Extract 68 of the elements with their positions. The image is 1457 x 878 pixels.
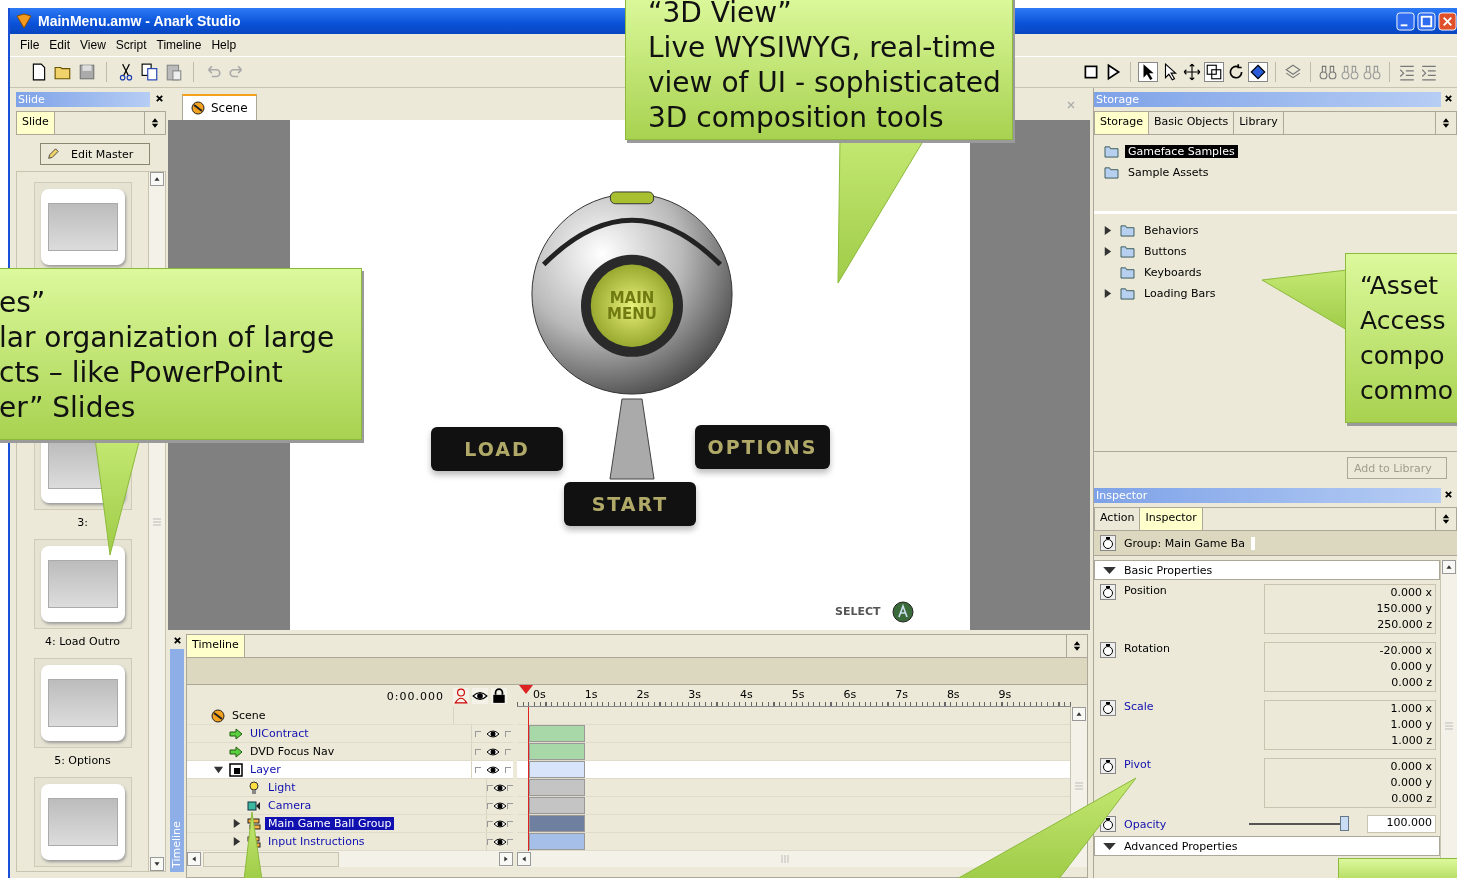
ruler-label: 1s [584, 687, 598, 703]
layer-name[interactable]: Light [265, 781, 299, 794]
slide-label: 5: Options [54, 754, 111, 767]
window-title: MainMenu.amw - Anark Studio [38, 13, 241, 29]
ruler-label: 8s [946, 687, 960, 703]
section-header[interactable]: Advanced Properties [1094, 836, 1440, 856]
section-title: Advanced Properties [1124, 839, 1238, 853]
layer-name[interactable]: DVD Focus Nav [247, 745, 338, 758]
ruler-label: 7s [895, 687, 908, 703]
folder-name[interactable]: Keyboards [1141, 266, 1205, 279]
value-field[interactable]: 100.000 [1367, 815, 1436, 833]
section-header[interactable]: Basic Properties [1094, 560, 1440, 580]
property-label: Rotation [1124, 642, 1171, 655]
property-label: Scale [1124, 700, 1155, 713]
folder-name[interactable]: Behaviors [1141, 224, 1202, 237]
property-label: Position [1124, 584, 1168, 597]
panel-tab[interactable]: Inspector [1140, 508, 1203, 530]
callout-tooltip: es” lar organization of large cts – like PowerPoint er” Slides [0, 268, 362, 440]
panel-title: Inspector [1095, 489, 1148, 502]
menu-item[interactable]: Edit [45, 36, 77, 54]
menu-item[interactable]: Timeline [152, 36, 208, 54]
time-ruler[interactable]: 0s 1s 2s 3s 4s 5s 6s 7s 8s 9s [517, 685, 1071, 707]
panel-tab[interactable]: Basic Objects [1149, 112, 1235, 134]
ruler-label: 2s [636, 687, 650, 703]
folder-name[interactable]: Gameface Samples [1125, 145, 1238, 158]
vector-field[interactable]: -20.000 x 0.000 y 0.000 z [1264, 642, 1436, 692]
folder-name[interactable]: Sample Assets [1125, 166, 1212, 179]
menu-item[interactable]: File [16, 36, 46, 54]
folder-name[interactable]: Buttons [1141, 245, 1190, 258]
ruler-label: 5s [791, 687, 805, 703]
edit-master-button[interactable]: Edit Master [40, 143, 150, 165]
panel-title: Timeline [170, 649, 184, 872]
menu-item[interactable]: Help [207, 36, 243, 54]
layer-name[interactable]: Camera [265, 799, 315, 812]
layer-name[interactable]: Input Instructions [265, 835, 368, 848]
panel-tab[interactable]: Storage [1095, 112, 1150, 134]
folder-name[interactable]: Loading Bars [1141, 287, 1219, 300]
ruler-label: 4s [739, 687, 753, 703]
time-readout: 0:00.000 [386, 689, 444, 703]
ruler-label: 9s [998, 687, 1012, 703]
property-label: Pivot [1124, 758, 1152, 771]
orb-label: MAIN MENU [606, 290, 658, 322]
vector-field[interactable]: 0.000 x 0.000 y 0.000 z [1264, 758, 1436, 808]
select-hint: SELECT [835, 605, 881, 618]
menu-button[interactable]: OPTIONS [695, 425, 830, 469]
menu-item[interactable]: Script [111, 36, 153, 54]
layer-name[interactable]: Layer [247, 763, 284, 776]
vector-field[interactable]: 0.000 x 150.000 y 250.000 z [1264, 584, 1436, 634]
section-title: Basic Properties [1124, 563, 1213, 577]
panel-tab[interactable]: Slide [17, 112, 55, 134]
slide-label: 4: Load Outro [44, 635, 120, 648]
panel-tab[interactable]: Timeline [187, 635, 245, 657]
menu-button[interactable]: LOAD [431, 427, 563, 471]
scene-tab[interactable]: Scene [182, 94, 257, 120]
ruler-label: 3s [688, 687, 701, 703]
slide-label: 3: [77, 516, 88, 529]
ruler-label: 6s [843, 687, 857, 703]
panel-title: Slide [17, 93, 45, 106]
property-label: Opacity [1124, 817, 1168, 831]
vector-field[interactable]: 1.000 x 1.000 y 1.000 z [1264, 700, 1436, 750]
panel-title: Storage [1095, 93, 1140, 106]
menu-item[interactable]: View [76, 36, 112, 54]
layer-name[interactable]: UIContract [247, 727, 312, 740]
layer-name[interactable]: Scene [229, 709, 269, 722]
ruler-label: 0s [533, 687, 546, 703]
layer-name[interactable]: Main Game Ball Group [265, 817, 395, 830]
panel-tab[interactable]: Library [1234, 112, 1284, 134]
menu-button[interactable]: START [564, 482, 696, 526]
